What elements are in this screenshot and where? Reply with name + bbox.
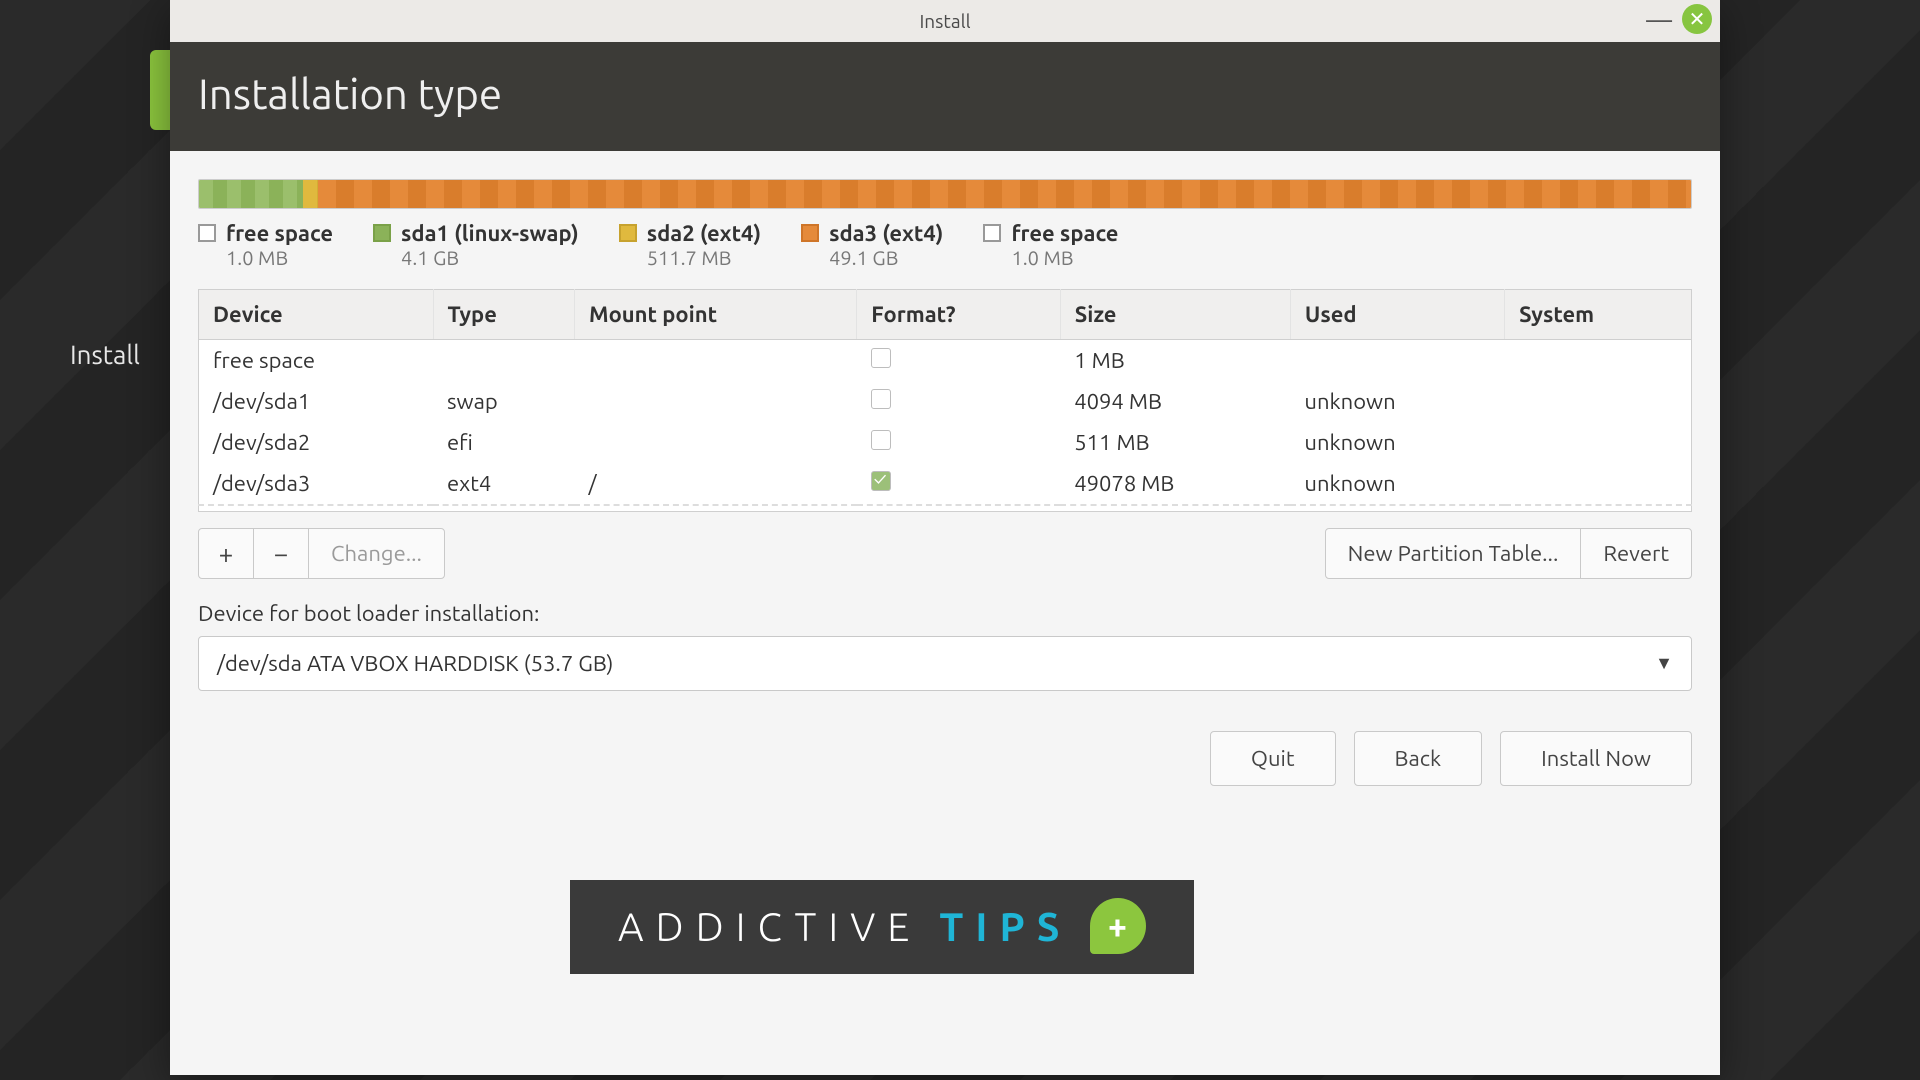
cell-type: ext4 bbox=[433, 463, 574, 505]
cell-format[interactable] bbox=[857, 381, 1060, 422]
partition-seg-sda3[interactable] bbox=[318, 180, 1691, 208]
install-now-button[interactable]: Install Now bbox=[1500, 731, 1692, 786]
cell-type bbox=[433, 340, 574, 382]
cell-used: unknown bbox=[1290, 422, 1504, 463]
cell-size: 49078 MB bbox=[1060, 463, 1290, 505]
watermark-banner: ADDICTIVE TIPS + bbox=[570, 880, 1194, 974]
table-row[interactable]: /dev/sda1swap 4094 MBunknown bbox=[199, 381, 1692, 422]
wizard-footer: Quit Back Install Now bbox=[198, 731, 1692, 786]
legend-swatch-icon bbox=[373, 224, 391, 242]
partition-seg-sda1[interactable] bbox=[199, 180, 303, 208]
format-checkbox[interactable] bbox=[871, 348, 891, 368]
watermark-text-a: ADDICTIVE bbox=[618, 904, 921, 949]
bootloader-device-select[interactable]: /dev/sda ATA VBOX HARDDISK (53.7 GB) ▼ bbox=[198, 636, 1692, 691]
cell-used: unknown bbox=[1290, 463, 1504, 505]
partition-tools-right: New Partition Table... Revert bbox=[1325, 528, 1692, 579]
legend-size: 1.0 MB bbox=[1011, 246, 1118, 269]
cell-device: /dev/sda2 bbox=[199, 422, 434, 463]
legend-label: sda2 (ext4) bbox=[647, 221, 761, 246]
col-size[interactable]: Size bbox=[1060, 290, 1290, 340]
legend-sda3: sda3 (ext4) 49.1 GB bbox=[801, 221, 943, 269]
back-button[interactable]: Back bbox=[1354, 731, 1483, 786]
chevron-down-icon: ▼ bbox=[1655, 653, 1673, 674]
revert-button[interactable]: Revert bbox=[1580, 528, 1692, 579]
col-device[interactable]: Device bbox=[199, 290, 434, 340]
partition-tools-left: + − Change... bbox=[198, 528, 445, 579]
cell-type: efi bbox=[433, 422, 574, 463]
cell-size: 1 MB bbox=[1060, 340, 1290, 382]
cell-system bbox=[1505, 340, 1692, 382]
format-checkbox[interactable] bbox=[871, 430, 891, 450]
plus-icon: + bbox=[1090, 898, 1146, 954]
format-checkbox[interactable] bbox=[871, 389, 891, 409]
bootloader-label: Device for boot loader installation: bbox=[198, 601, 1692, 626]
partition-table[interactable]: Device Type Mount point Format? Size Use… bbox=[198, 289, 1692, 512]
legend-swatch-icon bbox=[801, 224, 819, 242]
col-format[interactable]: Format? bbox=[857, 290, 1060, 340]
close-icon[interactable]: ✕ bbox=[1682, 4, 1712, 34]
titlebar[interactable]: Install — ✕ bbox=[170, 0, 1720, 42]
desktop-label-fragment: Install bbox=[70, 340, 140, 369]
legend-free1: free space 1.0 MB bbox=[198, 221, 333, 269]
legend-label: free space bbox=[226, 221, 333, 246]
format-checkbox[interactable] bbox=[871, 471, 891, 491]
cell-format[interactable] bbox=[857, 340, 1060, 382]
col-mount[interactable]: Mount point bbox=[574, 290, 856, 340]
minimize-icon[interactable]: — bbox=[1646, 5, 1672, 34]
partition-bar[interactable] bbox=[198, 179, 1692, 209]
cell-format[interactable] bbox=[857, 463, 1060, 505]
cell-used bbox=[1290, 340, 1504, 382]
partition-legend: free space 1.0 MB sda1 (linux-swap) 4.1 … bbox=[198, 221, 1692, 269]
add-partition-button[interactable]: + bbox=[198, 528, 254, 579]
cell-size: 511 MB bbox=[1060, 422, 1290, 463]
cell-system bbox=[1505, 463, 1692, 505]
legend-size: 1.0 MB bbox=[226, 246, 333, 269]
cell-system bbox=[1505, 381, 1692, 422]
cell-mount bbox=[574, 422, 856, 463]
cell-mount: / bbox=[574, 463, 856, 505]
legend-size: 511.7 MB bbox=[647, 246, 761, 269]
cell-device: free space bbox=[199, 340, 434, 382]
remove-partition-button[interactable]: − bbox=[253, 528, 309, 579]
legend-sda1: sda1 (linux-swap) 4.1 GB bbox=[373, 221, 579, 269]
legend-swatch-icon bbox=[983, 224, 1001, 242]
legend-size: 49.1 GB bbox=[829, 246, 943, 269]
legend-free2: free space 1.0 MB bbox=[983, 221, 1118, 269]
window-title: Install bbox=[919, 10, 970, 32]
table-row[interactable]: free space 1 MB bbox=[199, 340, 1692, 382]
legend-swatch-icon bbox=[198, 224, 216, 242]
cell-device: /dev/sda1 bbox=[199, 381, 434, 422]
cell-type: swap bbox=[433, 381, 574, 422]
cell-mount bbox=[574, 381, 856, 422]
legend-label: sda3 (ext4) bbox=[829, 221, 943, 246]
partition-seg-sda2[interactable] bbox=[303, 180, 318, 208]
col-used[interactable]: Used bbox=[1290, 290, 1504, 340]
col-type[interactable]: Type bbox=[433, 290, 574, 340]
cell-mount bbox=[574, 340, 856, 382]
table-row[interactable]: /dev/sda3ext4/ 49078 MBunknown bbox=[199, 463, 1692, 505]
legend-label: free space bbox=[1011, 221, 1118, 246]
legend-swatch-icon bbox=[619, 224, 637, 242]
bootloader-value: /dev/sda ATA VBOX HARDDISK (53.7 GB) bbox=[217, 651, 613, 676]
col-system[interactable]: System bbox=[1505, 290, 1692, 340]
change-partition-button[interactable]: Change... bbox=[308, 528, 445, 579]
cell-format[interactable] bbox=[857, 422, 1060, 463]
table-row[interactable]: /dev/sda2efi 511 MBunknown bbox=[199, 422, 1692, 463]
new-partition-table-button[interactable]: New Partition Table... bbox=[1325, 528, 1582, 579]
watermark-text-b: TIPS bbox=[939, 904, 1071, 949]
legend-sda2: sda2 (ext4) 511.7 MB bbox=[619, 221, 761, 269]
cell-size: 4094 MB bbox=[1060, 381, 1290, 422]
legend-size: 4.1 GB bbox=[401, 246, 579, 269]
cell-used: unknown bbox=[1290, 381, 1504, 422]
cell-system bbox=[1505, 422, 1692, 463]
cell-device: /dev/sda3 bbox=[199, 463, 434, 505]
legend-label: sda1 (linux-swap) bbox=[401, 221, 579, 246]
page-title: Installation type bbox=[170, 42, 1720, 151]
quit-button[interactable]: Quit bbox=[1210, 731, 1336, 786]
